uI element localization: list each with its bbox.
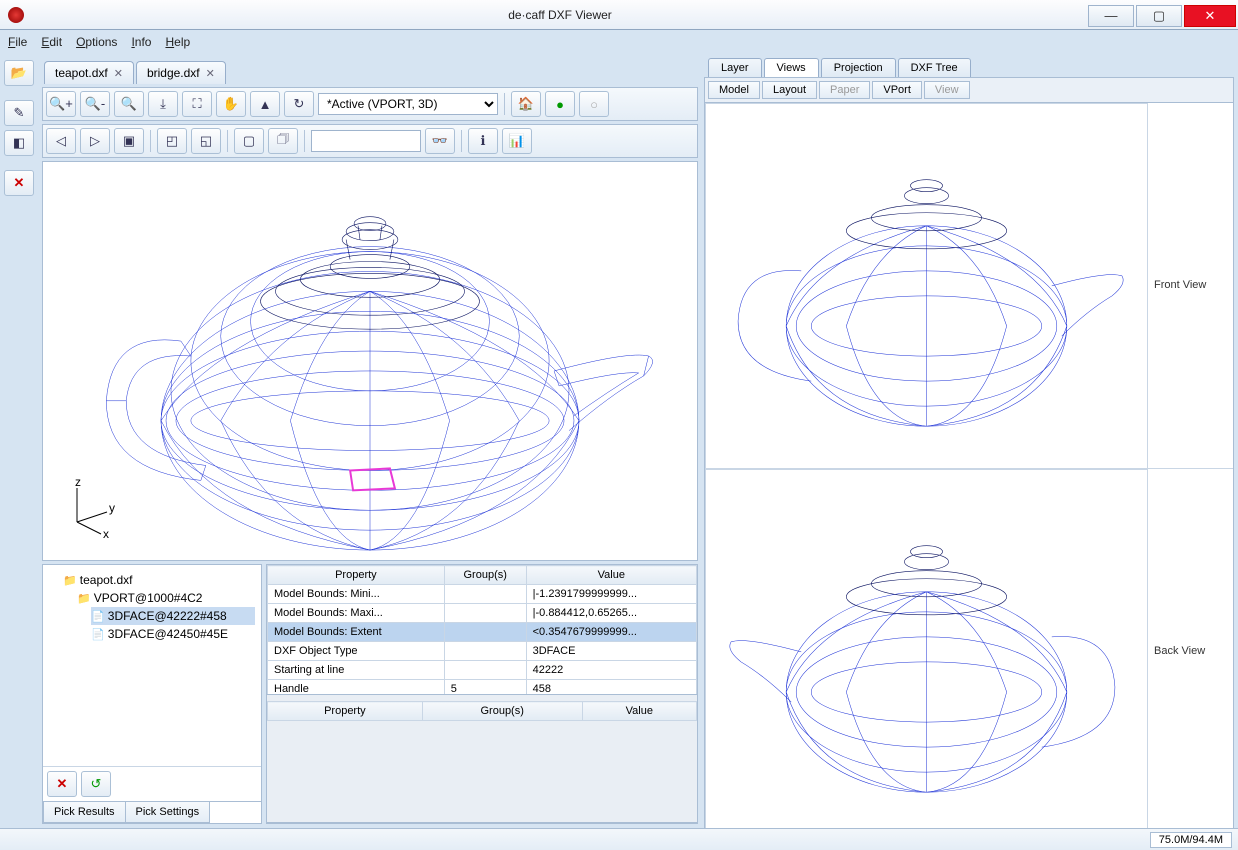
titlebar: de·caff DXF Viewer — ▢ ✕	[0, 0, 1238, 30]
table-row[interactable]: Model Bounds: Extent<0.3547679999999...	[268, 623, 697, 642]
delete-icon[interactable]: ✕	[4, 170, 34, 196]
subtab-vport[interactable]: VPort	[872, 81, 922, 99]
menu-options[interactable]: Options	[76, 35, 117, 49]
tab-dxf-tree[interactable]: DXF Tree	[898, 58, 971, 77]
box-icon[interactable]: 🗇	[268, 128, 298, 154]
properties-table-secondary: PropertyGroup(s)Value	[267, 701, 697, 721]
home-icon[interactable]: 🏠	[511, 91, 541, 117]
back-view-label: Back View	[1148, 469, 1233, 835]
tab-views[interactable]: Views	[764, 58, 819, 77]
front-view-thumbnail[interactable]	[705, 103, 1148, 469]
close-tab-icon[interactable]: ✕	[206, 67, 215, 80]
table-row[interactable]: Model Bounds: Maxi...|-0.884412,0.65265.…	[268, 604, 697, 623]
down-icon[interactable]: ⤓	[148, 91, 178, 117]
zoom-icon[interactable]: 🔍	[114, 91, 144, 117]
fullscreen-icon[interactable]: ⛶	[182, 91, 212, 117]
file-tabs: teapot.dxf ✕ bridge.dxf ✕	[42, 58, 698, 84]
glasses-icon[interactable]: 👓	[425, 128, 455, 154]
orbit-icon[interactable]: ▲	[250, 91, 280, 117]
col-value[interactable]: Value	[526, 566, 696, 585]
table-row[interactable]: Starting at line42222	[268, 661, 697, 680]
pan-icon[interactable]: ✋	[216, 91, 246, 117]
maximize-button[interactable]: ▢	[1136, 5, 1182, 27]
main-viewport[interactable]: z y x	[42, 161, 698, 561]
zoom-out-icon[interactable]: 🔍-	[80, 91, 110, 117]
menu-edit[interactable]: Edit	[41, 35, 62, 49]
menu-help[interactable]: Help	[165, 35, 190, 49]
svg-text:z: z	[75, 478, 81, 489]
table-row[interactable]: Model Bounds: Mini...|-1.2391799999999..…	[268, 585, 697, 604]
file-tab-bridge[interactable]: bridge.dxf ✕	[136, 61, 226, 84]
tab-layer[interactable]: Layer	[708, 58, 762, 77]
menubar: File Edit Options Info Help	[0, 30, 1238, 54]
front-view-label: Front View	[1148, 103, 1233, 469]
redo-icon[interactable]: ▷	[80, 128, 110, 154]
record-icon[interactable]: ●	[545, 91, 575, 117]
subtab-view: View	[924, 81, 970, 99]
viewport-select[interactable]: *Active (VPORT, 3D)	[318, 93, 498, 115]
tree-item[interactable]: 3DFACE@42222#458	[91, 607, 255, 625]
command-input[interactable]	[311, 130, 421, 152]
circle-icon[interactable]: ○	[579, 91, 609, 117]
zoom-in-icon[interactable]: 🔍+	[46, 91, 76, 117]
file-tab-teapot[interactable]: teapot.dxf ✕	[44, 61, 134, 84]
line-tool-icon[interactable]: ✎	[4, 100, 34, 126]
grid-icon[interactable]: ▣	[114, 128, 144, 154]
close-tab-icon[interactable]: ✕	[114, 67, 123, 80]
open-folder-icon[interactable]: 📂	[4, 60, 34, 86]
properties-table: PropertyGroup(s)Value Model Bounds: Mini…	[267, 565, 697, 695]
view-toolbar: 🔍+ 🔍- 🔍 ⤓ ⛶ ✋ ▲ ↻ *Active (VPORT, 3D) 🏠 …	[42, 87, 698, 121]
info-icon[interactable]: ℹ	[468, 128, 498, 154]
col-property[interactable]: Property	[268, 566, 445, 585]
file-tab-label: teapot.dxf	[55, 66, 108, 80]
tab-projection[interactable]: Projection	[821, 58, 896, 77]
file-tab-label: bridge.dxf	[147, 66, 200, 80]
memory-status: 75.0M/94.4M	[1150, 832, 1232, 848]
properties-panel: PropertyGroup(s)Value Model Bounds: Mini…	[266, 564, 698, 824]
minimize-button[interactable]: —	[1088, 5, 1134, 27]
back-view-thumbnail[interactable]	[705, 469, 1148, 835]
statusbar: 75.0M/94.4M	[0, 828, 1238, 850]
col-groups[interactable]: Group(s)	[444, 566, 526, 585]
window-icon[interactable]: ▢	[234, 128, 264, 154]
axis-gizmo: z y x	[57, 478, 117, 538]
tree-vport[interactable]: VPORT@1000#4C2	[77, 589, 255, 607]
pick-results-panel: teapot.dxf VPORT@1000#4C2 3DFACE@42222#4…	[42, 564, 262, 824]
views-subtabs: Model Layout Paper VPort View	[704, 77, 1234, 103]
shape-tool-icon[interactable]: ◧	[4, 130, 34, 156]
refresh-icon[interactable]: ↻	[284, 91, 314, 117]
tab-pick-settings[interactable]: Pick Settings	[125, 802, 211, 823]
tab-pick-results[interactable]: Pick Results	[43, 802, 126, 823]
menu-info[interactable]: Info	[131, 35, 151, 49]
subtab-layout[interactable]: Layout	[762, 81, 817, 99]
tree-item[interactable]: 3DFACE@42450#45E	[91, 625, 255, 643]
menu-file[interactable]: File	[8, 35, 27, 49]
svg-text:x: x	[103, 527, 109, 538]
stats-icon[interactable]: 📊	[502, 128, 532, 154]
tree-root[interactable]: teapot.dxf	[63, 571, 255, 589]
subtab-model[interactable]: Model	[708, 81, 760, 99]
subtab-paper: Paper	[819, 81, 870, 99]
close-button[interactable]: ✕	[1184, 5, 1236, 27]
svg-text:y: y	[109, 501, 115, 515]
app-icon	[8, 7, 24, 23]
window-title: de·caff DXF Viewer	[32, 8, 1088, 22]
edit-toolbar: ◁ ▷ ▣ ◰ ◱ ▢ 🗇 👓 ℹ 📊	[42, 124, 698, 158]
undo-icon[interactable]: ◁	[46, 128, 76, 154]
table-row[interactable]: DXF Object Type3DFACE	[268, 642, 697, 661]
right-panel-tabs: Layer Views Projection DXF Tree	[704, 58, 1234, 77]
clear-results-icon[interactable]: ✕	[47, 771, 77, 797]
left-toolbar: 📂 ✎ ◧ ✕	[4, 58, 42, 824]
refresh-results-icon[interactable]: ↺	[81, 771, 111, 797]
select-mode-icon[interactable]: ◰	[157, 128, 187, 154]
point-mode-icon[interactable]: ◱	[191, 128, 221, 154]
table-row[interactable]: Handle5458	[268, 680, 697, 696]
